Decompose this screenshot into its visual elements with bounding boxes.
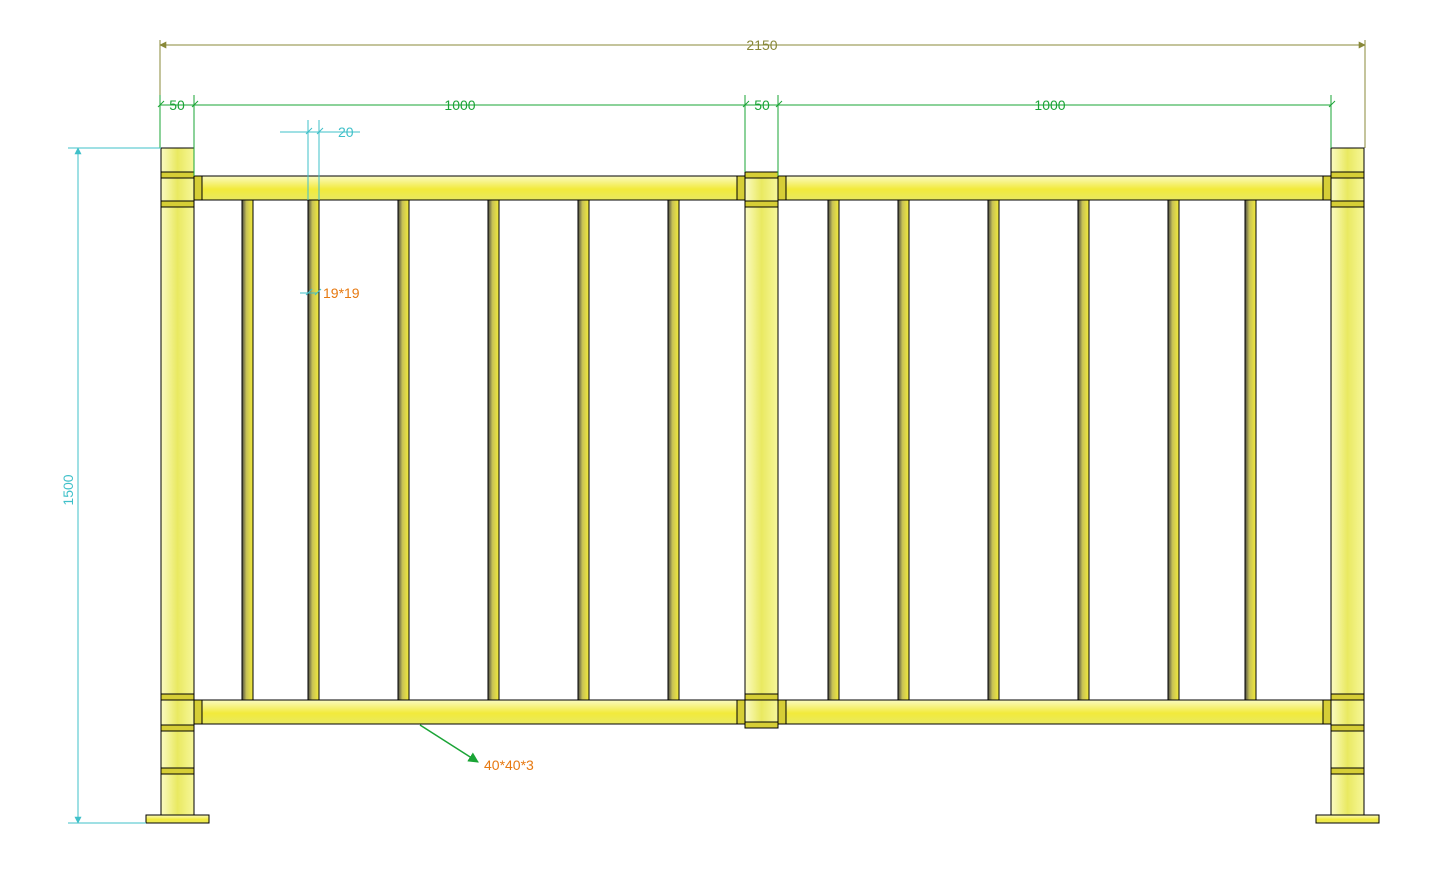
mid-post [745,172,778,728]
balusters-right [828,200,1256,700]
ann-rail-section: 40*40*3 [420,725,534,773]
balusters-left [242,200,679,700]
dim-post-w-1: 50 [169,97,185,113]
top-rail-right [778,176,1331,200]
dim-overall-width-value: 2150 [746,37,777,53]
dim-overall-height: 1500 [60,148,161,823]
dim-mid-post-w: 50 [754,97,770,113]
dim-span-2: 1000 [1034,97,1065,113]
bottom-rail-right [778,700,1331,724]
dim-baluster-w-value: 20 [338,124,354,140]
top-rail-left [194,176,745,200]
bottom-rail-left [194,700,745,724]
ann-baluster-section-text: 19*19 [323,285,360,301]
dim-spans: 50 1000 50 1000 [158,95,1335,176]
dim-span-1: 1000 [444,97,475,113]
drawing-svg: 2150 50 1000 50 1000 20 [0,0,1443,878]
ann-rail-section-text: 40*40*3 [484,757,534,773]
dim-overall-height-value: 1500 [60,474,76,505]
drawing-canvas: { "dimensions": { "overall_width": "2150… [0,0,1443,878]
